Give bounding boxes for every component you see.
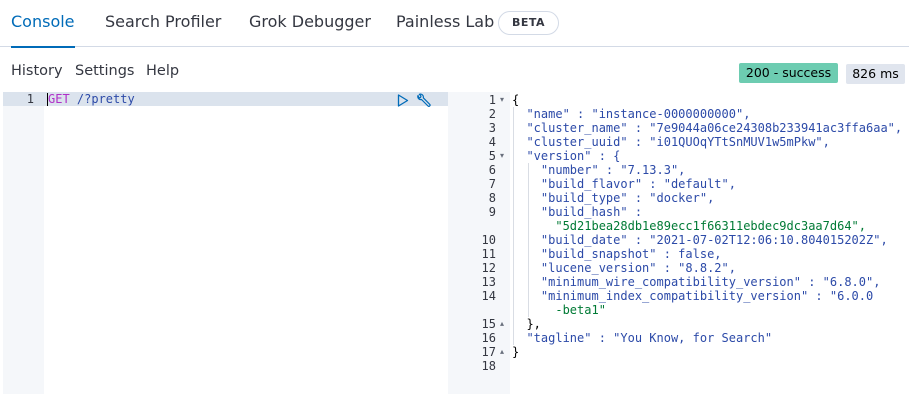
request-timing-badge: 826 ms [846, 64, 905, 84]
line-number: 2 [488, 107, 496, 121]
line-number: 6 [488, 163, 496, 177]
line-number: 4 [488, 135, 496, 149]
response-line: "build_date" : "2021-07-02T12:06:10.8040… [512, 233, 888, 247]
response-line: "cluster_uuid" : "i01QUOqYTtSnMUV1w5mPkw… [512, 135, 830, 149]
response-line: "version" : { [512, 149, 621, 163]
response-line: "build_hash" : [512, 205, 643, 219]
line-number: 12 [481, 261, 496, 275]
app-tabs: Console Search Profiler Grok Debugger Pa… [0, 0, 909, 48]
response-line: "minimum_index_compatibility_version" : … [512, 289, 874, 303]
line-number: 11 [481, 247, 496, 261]
fold-toggle-icon[interactable]: ▾ [500, 149, 504, 163]
tab-grok-debugger[interactable]: Grok Debugger [249, 0, 371, 47]
line-number: 18 [481, 359, 496, 373]
response-line: "build_flavor" : "default", [512, 177, 736, 191]
tab-search-profiler[interactable]: Search Profiler [105, 0, 221, 47]
response-viewer[interactable]: 1 2 3 4 5 6 7 8 9 10 11 12 13 14 15 16 1… [462, 92, 909, 394]
request-line[interactable]: GET /?pretty [48, 92, 135, 106]
response-line: } [512, 345, 520, 359]
line-number: 13 [481, 275, 496, 289]
request-method: GET [48, 92, 70, 106]
response-line: "lucene_version" : "8.8.2", [512, 261, 736, 275]
wrench-icon[interactable] [415, 93, 432, 108]
fold-toggle-icon[interactable]: ▴ [500, 317, 504, 331]
request-editor[interactable]: 1 GET /?pretty [0, 92, 448, 394]
response-line: "5d21bea28db1e89ecc1f66311ebdec9dc3aa7d6… [512, 219, 867, 233]
line-number: 1 [488, 93, 496, 107]
line-number: 5 [488, 149, 496, 163]
help-link[interactable]: Help [146, 63, 179, 79]
line-number: 8 [488, 191, 496, 205]
response-line: "cluster_name" : "7e9044a06ce24308b23394… [512, 121, 903, 135]
fold-toggle-icon[interactable]: ▴ [500, 345, 504, 359]
text-cursor [47, 93, 48, 106]
line-number: 15 [481, 317, 496, 331]
pane-resizer[interactable] [448, 92, 462, 394]
play-icon[interactable] [397, 94, 409, 107]
response-line: }, [512, 317, 541, 331]
status-badge: 200 - success [739, 63, 838, 83]
response-line: "number" : "7.13.3", [512, 163, 686, 177]
settings-link[interactable]: Settings [75, 63, 134, 79]
response-line: "build_snapshot" : false, [512, 247, 722, 261]
fold-toggle-icon[interactable]: ▾ [500, 93, 504, 107]
response-line: "name" : "instance-0000000000", [512, 107, 751, 121]
response-line: { [512, 93, 520, 107]
response-line: "build_type" : "docker", [512, 191, 715, 205]
history-link[interactable]: History [11, 63, 63, 79]
tab-console[interactable]: Console [11, 0, 75, 48]
line-number: 1 [26, 92, 34, 106]
response-line: "minimum_wire_compatibility_version" : "… [512, 275, 881, 289]
line-number: 10 [481, 233, 496, 247]
line-number: 17 [481, 345, 496, 359]
line-number: 3 [488, 121, 496, 135]
line-number: 7 [488, 177, 496, 191]
line-number: 9 [488, 205, 496, 219]
request-path: /?pretty [69, 92, 135, 106]
line-number: 16 [481, 331, 496, 345]
beta-badge: BETA [498, 11, 560, 35]
tab-painless-lab[interactable]: Painless Lab [396, 0, 494, 47]
response-line: "tagline" : "You Know, for Search" [512, 331, 773, 345]
line-number: 14 [481, 289, 496, 303]
response-line: -beta1" [512, 303, 606, 317]
request-editor-gutter [3, 92, 44, 394]
